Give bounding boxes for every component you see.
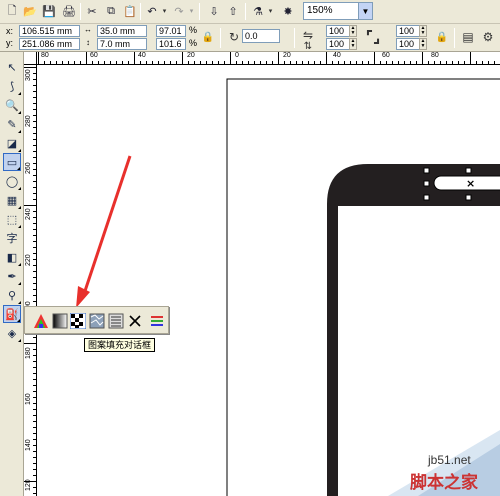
redo-icon: ↷: [174, 5, 184, 18]
pick-tool-icon[interactable]: ↖: [3, 58, 21, 76]
smart-fill-tool-icon[interactable]: ◪: [3, 134, 21, 152]
launcher-dropdown-icon[interactable]: ▾: [267, 2, 274, 20]
corner-bottom-left-spinner[interactable]: ▲ ▼: [349, 38, 357, 50]
percent-y-label: %: [189, 38, 198, 48]
ruler-h-label: 60: [382, 52, 390, 59]
fill-tool-flyout: [24, 306, 169, 334]
height-field[interactable]: 7.0 mm: [97, 38, 147, 50]
scale-x-field[interactable]: 97.01: [156, 25, 186, 37]
freehand-tool-icon[interactable]: ✎: [3, 115, 21, 133]
corner-bottom-left-field[interactable]: 100: [326, 38, 350, 50]
ruler-v-label: 120: [25, 479, 32, 491]
watermark-site: jb51.net: [428, 453, 471, 467]
ruler-h-label: 40: [138, 52, 146, 59]
tooltip: 图案填充对话框: [84, 338, 156, 352]
wrap-text-icon[interactable]: ▤: [460, 28, 476, 46]
interactive-tool-icon[interactable]: ◧: [3, 248, 21, 266]
new-document-icon[interactable]: 🗋: [4, 3, 20, 19]
percent-x-label: %: [189, 25, 198, 35]
ruler-origin[interactable]: [24, 52, 37, 65]
y-label: y:: [6, 38, 14, 48]
undo-dropdown-icon[interactable]: ▾: [161, 2, 168, 20]
outline-tool-icon[interactable]: ⚲: [3, 286, 21, 304]
round-corner-icon[interactable]: ⌜⌟: [365, 28, 381, 46]
ruler-h-label: 60: [90, 52, 98, 59]
annotation-arrow: [82, 155, 132, 295]
ellipse-tool-icon[interactable]: ◯: [3, 172, 21, 190]
open-document-icon[interactable]: 📂: [22, 3, 38, 19]
ruler-v-label: 220: [25, 254, 32, 266]
ruler-v-label: 280: [25, 115, 32, 127]
annotation-arrow-head: [76, 286, 90, 308]
ruler-v-label: 300: [25, 69, 32, 81]
ruler-h-label: 40: [333, 52, 341, 59]
redo-dropdown-icon: ▾: [189, 8, 194, 15]
export-icon[interactable]: ⇧: [225, 3, 241, 19]
corner-top-left-spinner[interactable]: ▲ ▼: [349, 25, 357, 37]
convert-to-curves-icon[interactable]: ⚙: [480, 28, 496, 46]
zoom-level-value: 150%: [307, 5, 333, 16]
application-launcher-icon[interactable]: ⚗: [250, 3, 266, 19]
paste-icon[interactable]: 📋: [122, 3, 138, 19]
corner-top-right-field[interactable]: 100: [396, 25, 420, 37]
scale-y-field[interactable]: 101.6: [156, 38, 186, 50]
basic-shapes-tool-icon[interactable]: ⬚: [3, 210, 21, 228]
width-icon: ↔: [84, 25, 92, 34]
ruler-v-label: 260: [25, 162, 32, 174]
property-bar: x: 106.515 mm y: 251.086 mm ↔ 35.0 mm ↕ …: [0, 24, 500, 52]
fill-tool-icon[interactable]: ⛽: [3, 305, 21, 323]
corner-lock-icon[interactable]: 🔒: [434, 28, 450, 46]
ruler-h-label: 0: [235, 52, 239, 59]
save-icon[interactable]: 💾: [41, 3, 57, 19]
text-tool-icon[interactable]: 字: [3, 229, 21, 247]
y-position-field[interactable]: 251.086 mm: [19, 38, 80, 50]
ruler-h-label: 80: [41, 52, 49, 59]
rotation-angle-field[interactable]: 0.0: [242, 29, 280, 43]
ruler-h-label: 80: [431, 52, 439, 59]
toolbox: ↖ ⟆ 🔍 ✎ ◪ ▭ ◯ ▦ ⬚ 字 ◧ ✒ ⚲ ⛽ ◈: [0, 52, 24, 496]
lock-ratio-icon[interactable]: 🔒: [200, 28, 216, 46]
rectangle-tool-icon[interactable]: ▭: [3, 153, 21, 171]
pattern-fill-dialog-icon[interactable]: [70, 313, 86, 329]
ruler-v-label: 180: [25, 347, 32, 359]
polygon-tool-icon[interactable]: ▦: [3, 191, 21, 209]
texture-fill-dialog-icon[interactable]: [89, 313, 105, 329]
shape-tool-icon[interactable]: ⟆: [3, 77, 21, 95]
cut-icon[interactable]: ✂: [84, 3, 100, 19]
copy-icon[interactable]: ⧉: [103, 3, 119, 19]
eyedropper-tool-icon[interactable]: ✒: [3, 267, 21, 285]
vertical-ruler[interactable]: 300 280 260 240 220 200 180 160 140 120: [24, 65, 37, 496]
corner-bottom-right-spinner[interactable]: ▲ ▼: [419, 38, 427, 50]
ruler-v-label: 140: [25, 439, 32, 451]
ruler-v-label: 240: [25, 208, 32, 220]
zoom-level-select[interactable]: 150% ▼: [303, 2, 373, 20]
watermark-name: 脚本之家: [410, 473, 478, 493]
postscript-fill-dialog-icon[interactable]: [108, 313, 124, 329]
color-fill-dialog-icon[interactable]: [33, 313, 49, 329]
ruler-h-label: 20: [283, 52, 291, 59]
x-position-field[interactable]: 106.515 mm: [19, 25, 80, 37]
horizontal-ruler[interactable]: 80 60 40 20 0 20 40 60 80: [24, 52, 500, 65]
undo-icon[interactable]: ↶: [144, 3, 160, 19]
height-icon: ↕: [86, 38, 90, 47]
corner-top-right-spinner[interactable]: ▲ ▼: [419, 25, 427, 37]
width-field[interactable]: 35.0 mm: [97, 25, 147, 37]
zoom-tool-icon[interactable]: 🔍: [3, 96, 21, 114]
corner-top-left-field[interactable]: 100: [326, 25, 350, 37]
standard-toolbar: 🗋 📂 💾 🖨 ✂ ⧉ 📋 ↶ ▾ ↷ ▾ ⇩ ⇧ ⚗ ▾ ✸ 150% ▼: [0, 0, 500, 24]
print-icon[interactable]: 🖨: [61, 3, 77, 19]
interactive-fill-tool-icon[interactable]: ◈: [3, 324, 21, 342]
welcome-screen-icon[interactable]: ✸: [280, 3, 296, 19]
import-icon[interactable]: ⇩: [206, 3, 222, 19]
ruler-h-label: 20: [187, 52, 195, 59]
corner-bottom-right-field[interactable]: 100: [396, 38, 420, 50]
fountain-fill-dialog-icon[interactable]: [52, 313, 68, 329]
chevron-down-icon[interactable]: ▼: [358, 3, 372, 19]
center-x-marker: ×: [466, 177, 475, 190]
rotate-icon: ↻: [228, 30, 240, 44]
x-label: x:: [6, 26, 14, 36]
no-fill-icon[interactable]: [127, 313, 143, 329]
color-docker-icon[interactable]: [149, 313, 165, 329]
ruler-v-label: 160: [25, 393, 32, 405]
